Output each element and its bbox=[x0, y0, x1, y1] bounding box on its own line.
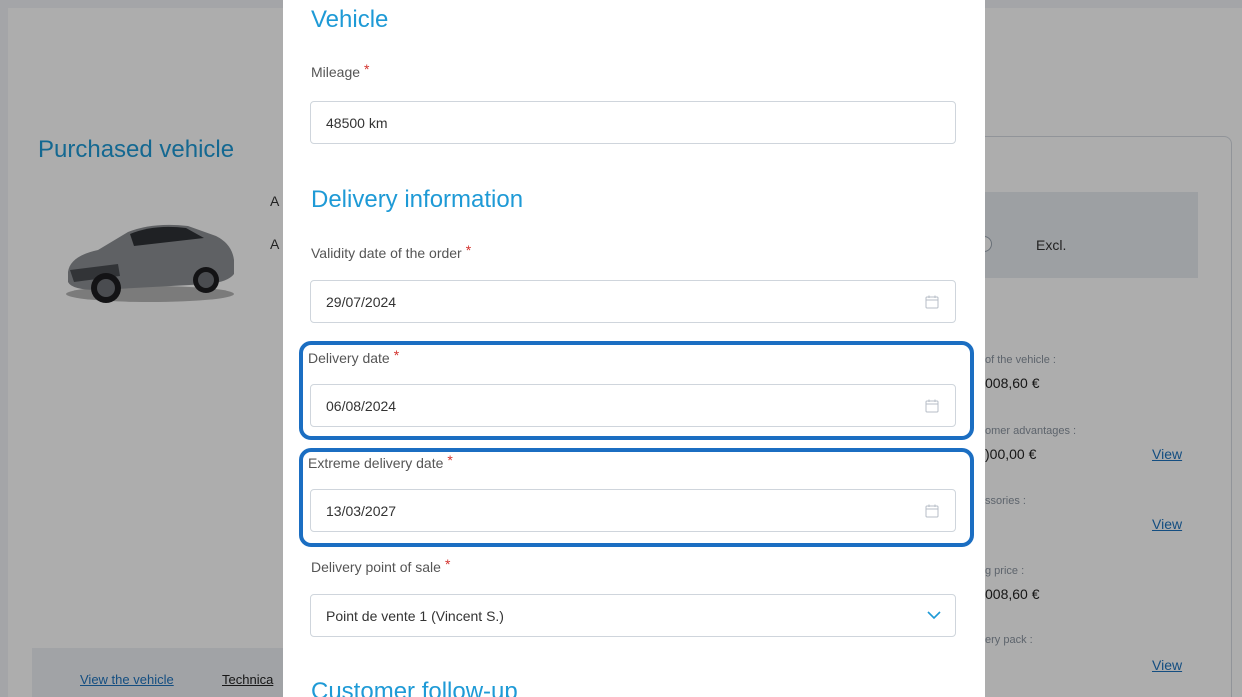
required-mark: * bbox=[444, 556, 451, 572]
delivery-section-title: Delivery information bbox=[311, 186, 524, 213]
validity-date-value: 29/07/2024 bbox=[326, 293, 397, 310]
mileage-label: Mileage * bbox=[311, 61, 370, 80]
delivery-date-label: Delivery date * bbox=[308, 347, 400, 366]
required-mark: * bbox=[364, 61, 370, 77]
order-details-modal: Vehicle Mileage * 48500 km Delivery infor… bbox=[283, 0, 985, 697]
vehicle-section-title: Vehicle bbox=[311, 6, 389, 33]
extreme-delivery-date-label-text: Extreme delivery date bbox=[308, 455, 444, 471]
delivery-date-label-text: Delivery date bbox=[308, 350, 390, 366]
calendar-icon[interactable] bbox=[925, 399, 939, 413]
mileage-label-text: Mileage bbox=[311, 64, 361, 80]
delivery-date-value: 06/08/2024 bbox=[326, 397, 397, 414]
validity-date-label: Validity date of the order * bbox=[311, 242, 472, 261]
delivery-point-of-sale-value: Point de vente 1 (Vincent S.) bbox=[326, 607, 504, 624]
chevron-down-icon[interactable] bbox=[927, 610, 941, 620]
delivery-date-input[interactable]: 06/08/2024 bbox=[310, 384, 956, 427]
validity-date-input[interactable]: 29/07/2024 bbox=[310, 280, 956, 323]
delivery-point-of-sale-label: Delivery point of sale * bbox=[311, 556, 451, 575]
customer-followup-section-title: Customer follow-up bbox=[311, 678, 518, 697]
required-mark: * bbox=[465, 242, 472, 258]
mileage-input[interactable]: 48500 km bbox=[310, 101, 956, 144]
mileage-value: 48500 km bbox=[326, 114, 388, 131]
validity-date-label-text: Validity date of the order bbox=[311, 245, 462, 261]
calendar-icon[interactable] bbox=[925, 504, 939, 518]
calendar-icon[interactable] bbox=[925, 295, 939, 309]
extreme-delivery-date-input[interactable]: 13/03/2027 bbox=[310, 489, 956, 532]
extreme-delivery-date-value: 13/03/2027 bbox=[326, 502, 397, 519]
required-mark: * bbox=[393, 347, 400, 363]
required-mark: * bbox=[447, 452, 453, 468]
extreme-delivery-date-label: Extreme delivery date * bbox=[308, 452, 453, 471]
delivery-point-of-sale-select[interactable]: Point de vente 1 (Vincent S.) bbox=[310, 594, 956, 637]
delivery-point-of-sale-label-text: Delivery point of sale bbox=[311, 559, 441, 575]
